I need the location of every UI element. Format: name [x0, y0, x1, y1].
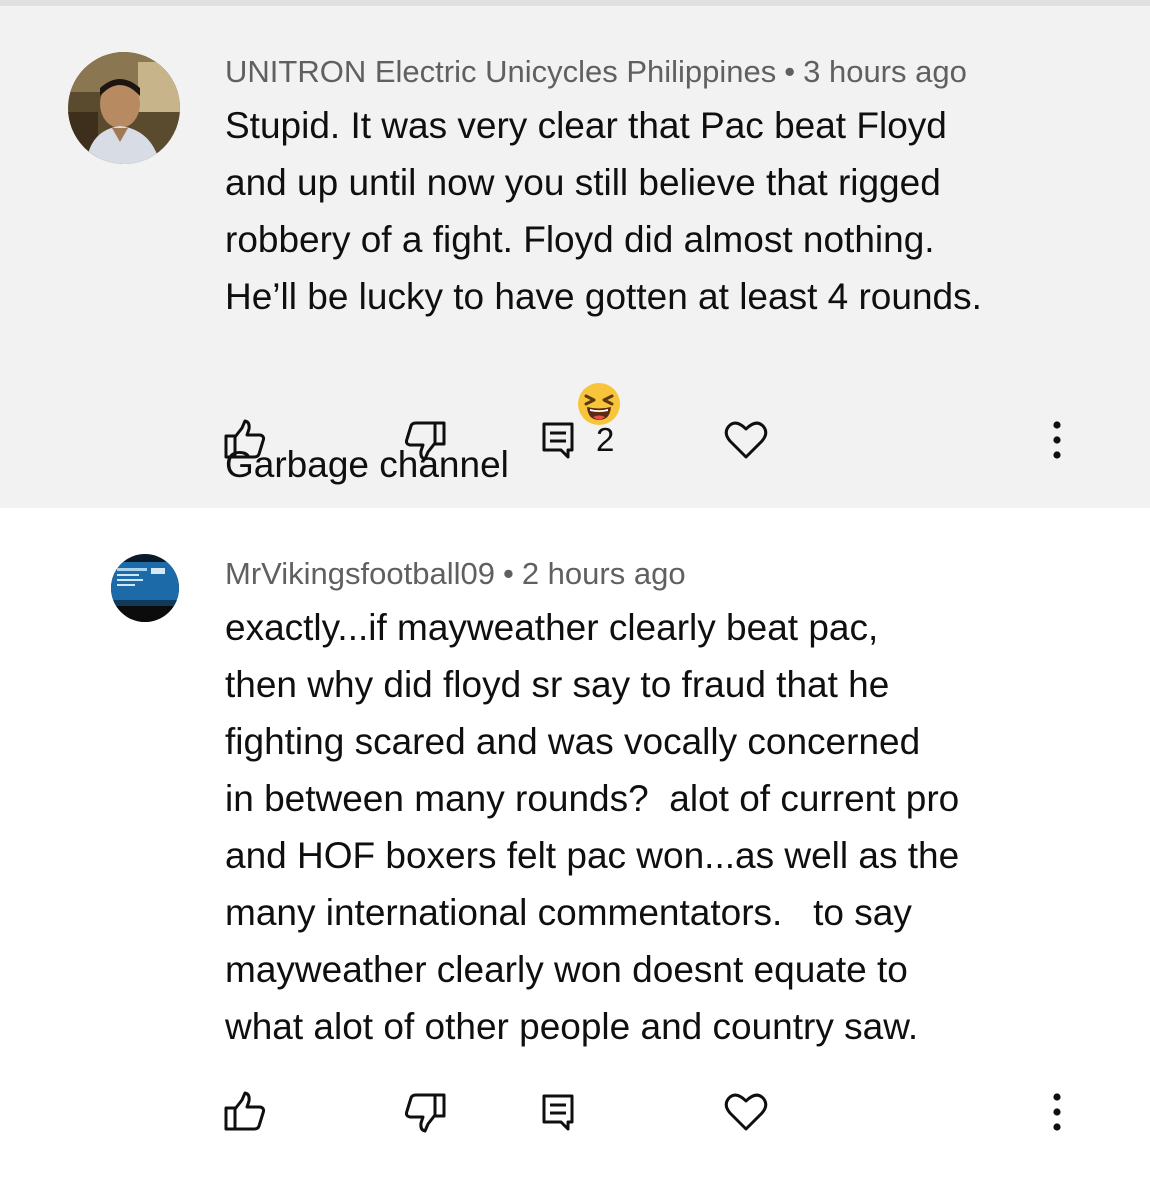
- comment-line: He’ll be lucky to have gotten at least 4…: [225, 276, 982, 317]
- comment: MrVikingsfootball09 • 2 hours ago exactly.…: [0, 508, 1150, 1200]
- reply-button[interactable]: 2: [540, 410, 614, 470]
- comment-highlighted: UNITRON Electric Unicycles Philippines • 3…: [0, 6, 1150, 508]
- comment-meta: MrVikingsfootball09 • 2 hours ago: [225, 556, 686, 592]
- reply-comment-icon: [540, 1092, 576, 1132]
- thumbs-up-icon: [222, 417, 268, 463]
- comment-line: exactly...if mayweather clearly beat pac…: [225, 607, 879, 648]
- comment-line: mayweather clearly won doesnt equate to: [225, 949, 908, 990]
- dislike-button[interactable]: [402, 1082, 448, 1142]
- more-options-button[interactable]: [1046, 1082, 1068, 1142]
- comment-author[interactable]: MrVikingsfootball09: [225, 556, 495, 591]
- comment-line: then why did floyd sr say to fraud that …: [225, 664, 890, 705]
- more-vertical-icon: [1046, 1091, 1068, 1133]
- comment-line: in between many rounds? alot of current …: [225, 778, 960, 819]
- comment-actions: [0, 1082, 1150, 1142]
- reply-count: 2: [596, 421, 615, 458]
- comment-meta: UNITRON Electric Unicycles Philippines • 3…: [225, 54, 967, 90]
- thumbs-down-icon: [402, 417, 448, 463]
- heart-button[interactable]: [724, 410, 768, 470]
- heart-icon: [724, 419, 768, 461]
- like-button[interactable]: [222, 1082, 268, 1142]
- comment-line: many international commentators. to say: [225, 892, 912, 933]
- comment-time[interactable]: 2 hours ago: [522, 556, 686, 591]
- comment-line: and up until now you still believe that …: [225, 162, 941, 203]
- comment-actions: 2: [0, 410, 1150, 470]
- comment-time[interactable]: 3 hours ago: [803, 54, 967, 89]
- thumbs-up-icon: [222, 1089, 268, 1135]
- avatar[interactable]: [68, 52, 180, 164]
- dislike-button[interactable]: [402, 410, 448, 470]
- thumbs-down-icon: [402, 1089, 448, 1135]
- more-options-button[interactable]: [1046, 410, 1068, 470]
- comment-line: robbery of a fight. Floyd did almost not…: [225, 219, 935, 260]
- comment-text: exactly...if mayweather clearly beat pac…: [225, 599, 1105, 1055]
- comment-author[interactable]: UNITRON Electric Unicycles Philippines: [225, 54, 776, 89]
- comment-line: Stupid. It was very clear that Pac beat …: [225, 105, 947, 146]
- like-button[interactable]: [222, 410, 268, 470]
- comment-line: fighting scared and was vocally concerne…: [225, 721, 921, 762]
- reply-button[interactable]: [540, 1082, 576, 1142]
- more-vertical-icon: [1046, 419, 1068, 461]
- meta-separator: •: [784, 54, 796, 89]
- reply-comment-icon: [540, 420, 576, 460]
- heart-icon: [724, 1091, 768, 1133]
- comment-line: what alot of other people and country sa…: [225, 1006, 919, 1047]
- meta-separator: •: [502, 556, 514, 591]
- comment-line: and HOF boxers felt pac won...as well as…: [225, 835, 960, 876]
- heart-button[interactable]: [724, 1082, 768, 1142]
- avatar[interactable]: [111, 554, 179, 622]
